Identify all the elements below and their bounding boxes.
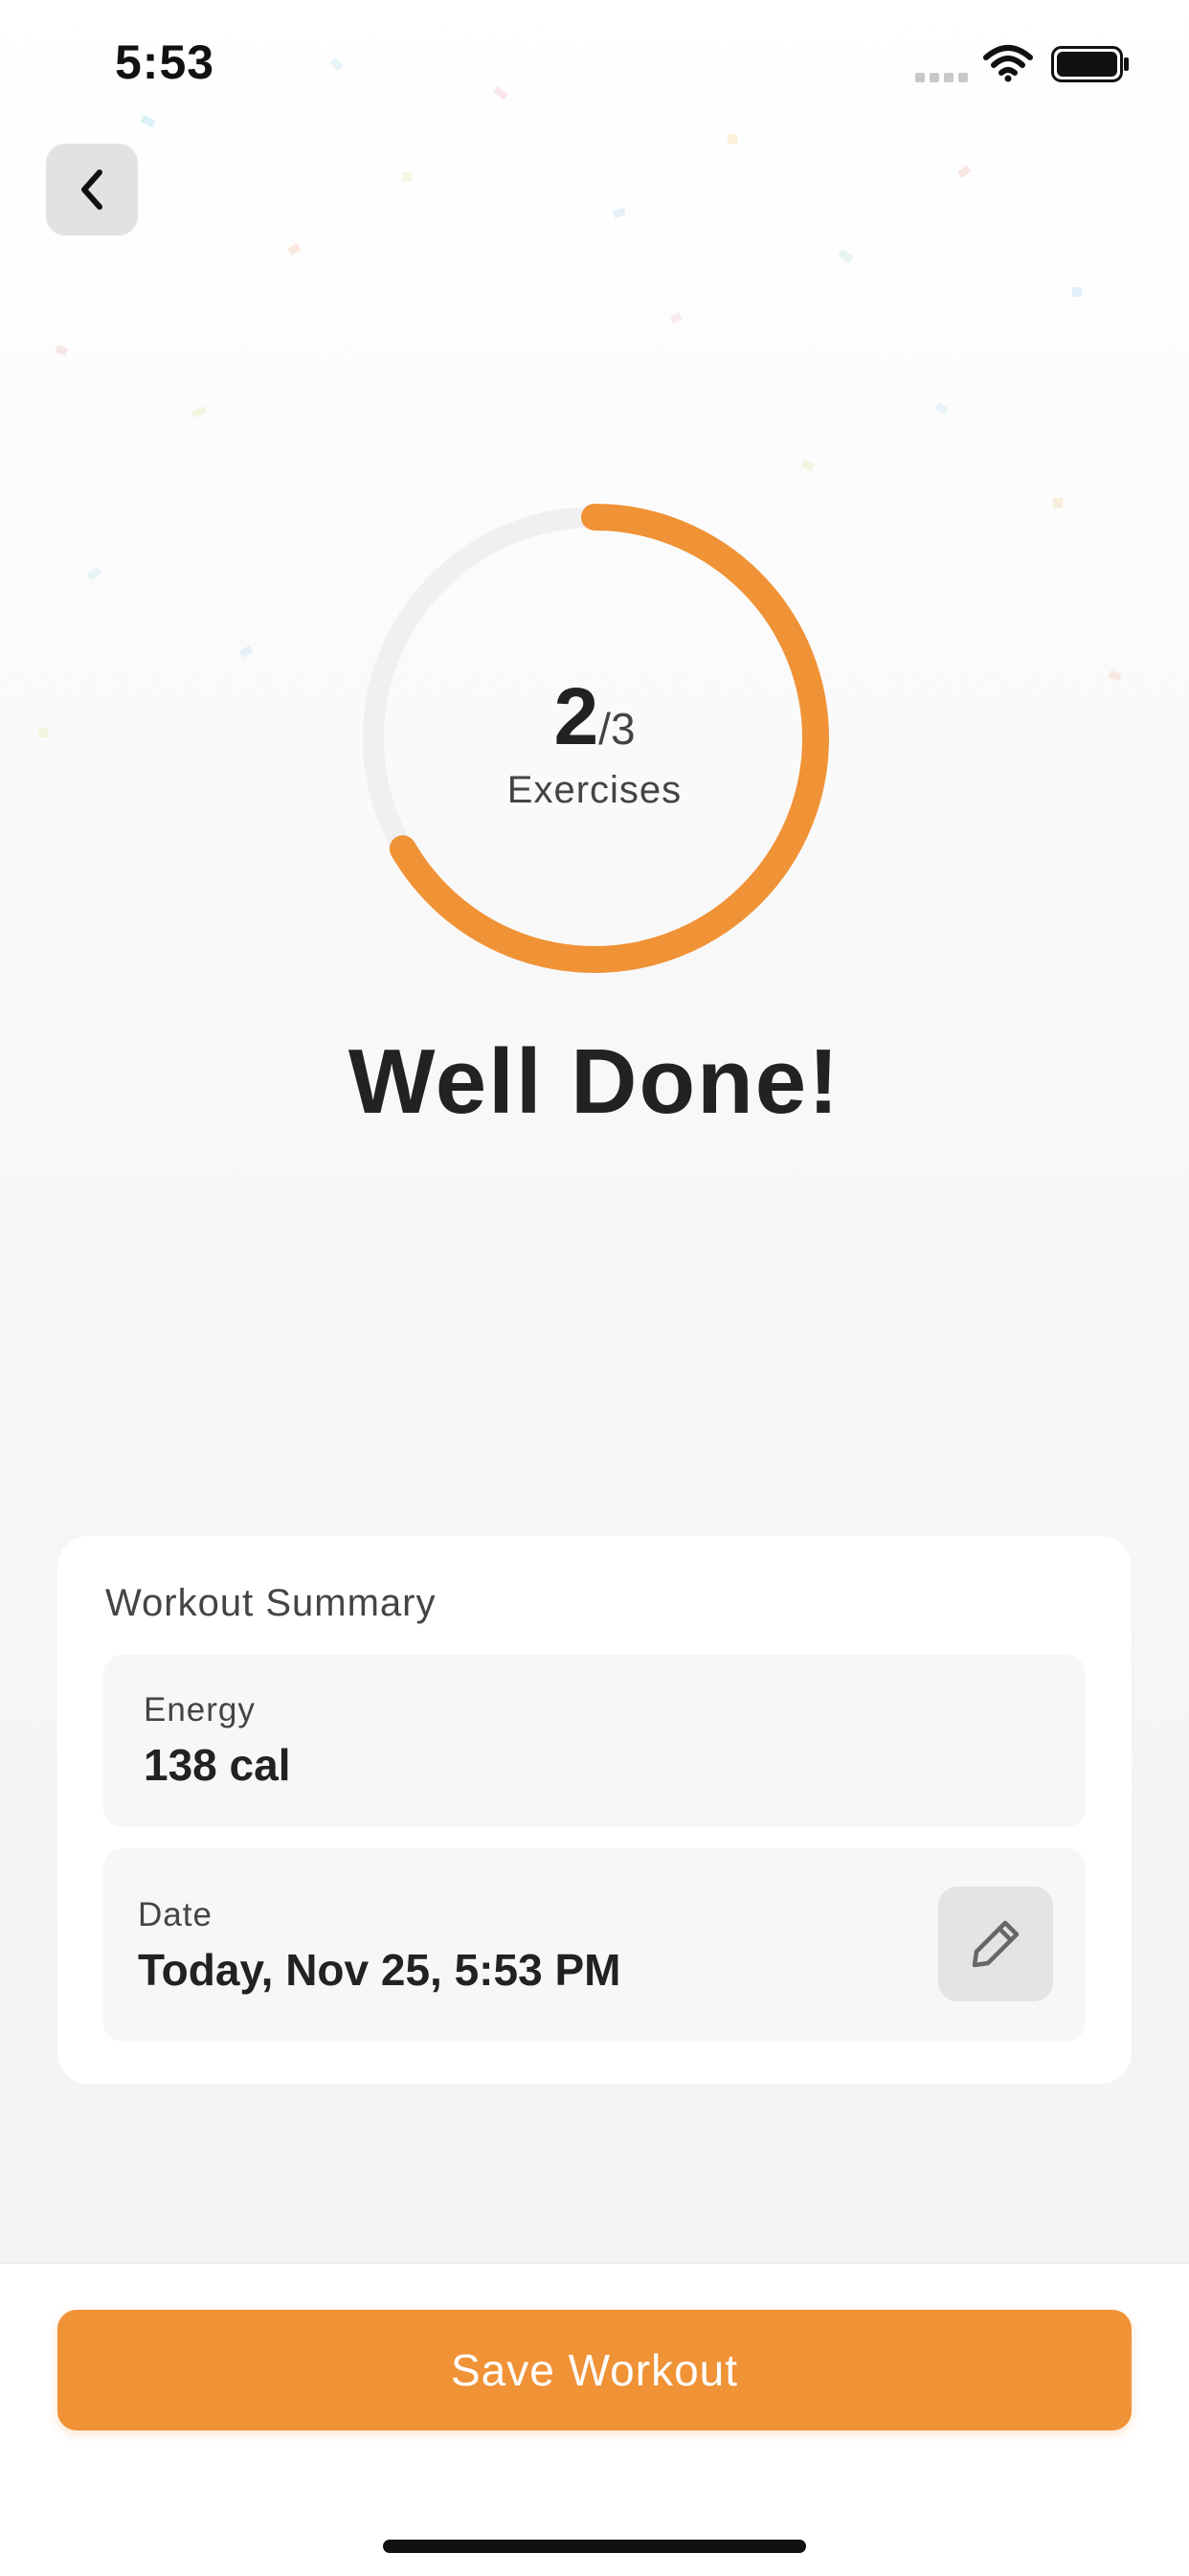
pencil-icon xyxy=(972,1920,1020,1968)
energy-stat: Energy 138 cal xyxy=(103,1655,1086,1827)
workout-summary-card: Workout Summary Energy 138 cal Date Toda… xyxy=(57,1536,1132,2084)
signal-icon xyxy=(915,73,968,82)
status-time: 5:53 xyxy=(115,35,215,89)
date-stat: Date Today, Nov 25, 5:53 PM xyxy=(103,1848,1086,2042)
status-bar: 5:53 xyxy=(0,0,1189,134)
wifi-icon xyxy=(983,45,1033,82)
edit-date-button[interactable] xyxy=(938,1887,1053,2001)
energy-label: Energy xyxy=(144,1691,256,1729)
headline: Well Done! xyxy=(348,1030,841,1133)
battery-icon xyxy=(1051,46,1129,82)
energy-value: 138 cal xyxy=(144,1740,291,1790)
summary-title: Workout Summary xyxy=(105,1582,437,1624)
bottom-action-bar: Save Workout xyxy=(0,2262,1189,2576)
exercises-total: /3 xyxy=(598,704,636,754)
back-button[interactable] xyxy=(46,144,138,236)
save-workout-button[interactable]: Save Workout xyxy=(57,2310,1132,2430)
exercises-label: Exercises xyxy=(506,769,683,811)
home-indicator xyxy=(383,2540,806,2553)
chevron-left-icon xyxy=(81,169,102,210)
date-label: Date xyxy=(138,1896,213,1933)
exercises-completed: 2 xyxy=(553,671,599,761)
date-value: Today, Nov 25, 5:53 PM xyxy=(138,1945,621,1995)
progress-counter: 2/3 Exercises xyxy=(360,670,829,812)
